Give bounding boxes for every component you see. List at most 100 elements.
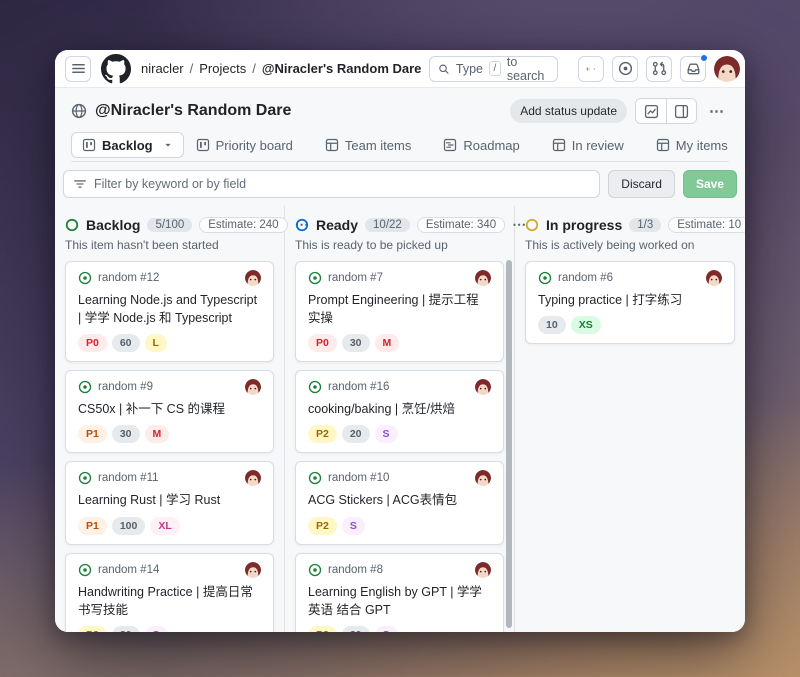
label-pill[interactable]: XL: [150, 517, 179, 535]
card-id[interactable]: random #9: [98, 381, 153, 393]
card[interactable]: random #10 ACG Stickers | ACG表情包 P2 S: [295, 461, 504, 544]
issues-button[interactable]: [612, 56, 638, 82]
card[interactable]: random #11 Learning Rust | 学习 Rust P1 10…: [65, 461, 274, 544]
card-title[interactable]: Learning Node.js and Typescript | 学学 Nod…: [78, 291, 261, 327]
label-pill[interactable]: S: [375, 425, 398, 443]
card-id[interactable]: random #12: [98, 272, 159, 284]
inbox-icon: [686, 61, 701, 76]
card-id[interactable]: random #14: [98, 564, 159, 576]
add-status-update-button[interactable]: Add status update: [510, 99, 627, 123]
label-pill[interactable]: 30: [112, 425, 140, 443]
tab-my-items[interactable]: My items: [646, 134, 738, 157]
label-pill[interactable]: P1: [78, 425, 107, 443]
tab-label: In review: [572, 138, 624, 153]
card-id[interactable]: random #6: [558, 272, 613, 284]
card-title[interactable]: cooking/baking | 烹饪/烘焙: [308, 400, 491, 418]
card-title[interactable]: Handwriting Practice | 提高日常书写技能: [78, 583, 261, 619]
insights-button[interactable]: [636, 99, 666, 123]
card-title[interactable]: ACG Stickers | ACG表情包: [308, 491, 491, 509]
label-pill[interactable]: P0: [308, 334, 337, 352]
card[interactable]: random #8 Learning English by GPT | 学学英语…: [295, 553, 504, 633]
assignee-avatar[interactable]: [475, 270, 491, 286]
label-pill[interactable]: M: [145, 425, 170, 443]
assignee-avatar[interactable]: [475, 470, 491, 486]
card[interactable]: random #7 Prompt Engineering | 提示工程实操 P0…: [295, 261, 504, 362]
new-view-button[interactable]: New view: [740, 134, 745, 157]
caret-down-icon: [592, 63, 597, 75]
label-pill[interactable]: 100: [112, 517, 146, 535]
label-pill[interactable]: 20: [342, 626, 370, 632]
user-avatar[interactable]: [714, 56, 740, 82]
breadcrumb-page[interactable]: @Niracler's Random Dare: [262, 61, 422, 76]
hamburger-menu-button[interactable]: [65, 56, 91, 82]
column-status-icon: [295, 218, 309, 232]
card-id[interactable]: random #7: [328, 272, 383, 284]
label-pill[interactable]: P2: [308, 425, 337, 443]
label-pill[interactable]: 20: [112, 626, 140, 632]
filter-input[interactable]: Filter by keyword or by field: [63, 170, 600, 198]
card-title[interactable]: Learning Rust | 学习 Rust: [78, 491, 261, 509]
assignee-avatar[interactable]: [245, 379, 261, 395]
create-new-button[interactable]: [578, 56, 604, 82]
issue-open-icon: [78, 471, 92, 485]
github-logo[interactable]: [101, 54, 131, 84]
discard-button[interactable]: Discard: [608, 170, 675, 198]
label-pill[interactable]: P2: [78, 626, 107, 632]
tab-label: Team items: [345, 138, 411, 153]
breadcrumb-user[interactable]: niracler: [141, 61, 184, 76]
page-title: @Niracler's Random Dare: [95, 102, 291, 120]
tab-options-caret[interactable]: [159, 136, 177, 154]
card[interactable]: random #12 Learning Node.js and Typescri…: [65, 261, 274, 362]
label-pill[interactable]: 20: [342, 425, 370, 443]
card-title[interactable]: Prompt Engineering | 提示工程实操: [308, 291, 491, 327]
tab-in-review[interactable]: In review: [542, 134, 634, 157]
assignee-avatar[interactable]: [245, 562, 261, 578]
card-id[interactable]: random #16: [328, 381, 389, 393]
assignee-avatar[interactable]: [245, 470, 261, 486]
issues-icon: [618, 61, 633, 76]
card-id[interactable]: random #10: [328, 472, 389, 484]
assignee-avatar[interactable]: [706, 270, 722, 286]
project-menu-button[interactable]: ⋯: [705, 102, 729, 120]
card[interactable]: random #6 Typing practice | 打字练习 10 XS: [525, 261, 735, 344]
save-button[interactable]: Save: [683, 170, 737, 198]
card-title[interactable]: Learning English by GPT | 学学英语 结合 GPT: [308, 583, 491, 619]
label-pill[interactable]: 30: [342, 334, 370, 352]
card[interactable]: random #14 Handwriting Practice | 提高日常书写…: [65, 553, 274, 633]
assignee-avatar[interactable]: [475, 562, 491, 578]
pull-requests-button[interactable]: [646, 56, 672, 82]
global-search-input[interactable]: Type / to search: [429, 56, 558, 82]
card-title[interactable]: CS50x | 补一下 CS 的课程: [78, 400, 261, 418]
tab-roadmap[interactable]: Roadmap: [433, 134, 529, 157]
breadcrumb-section[interactable]: Projects: [199, 61, 246, 76]
assignee-avatar[interactable]: [245, 270, 261, 286]
label-pill[interactable]: 10: [538, 316, 566, 334]
label-pill[interactable]: 60: [112, 334, 140, 352]
side-panel-button[interactable]: [666, 99, 696, 123]
tab-priority-board[interactable]: Priority board: [186, 134, 303, 157]
label-pill[interactable]: P2: [308, 626, 337, 632]
label-pill[interactable]: XS: [571, 316, 601, 334]
label-pill[interactable]: P1: [78, 517, 107, 535]
column-header: Backlog 5/100 Estimate: 240 ⋯: [65, 216, 274, 233]
inbox-button[interactable]: [680, 56, 706, 82]
column-description: This is ready to be picked up: [295, 238, 504, 252]
card-id[interactable]: random #11: [98, 472, 159, 484]
card-title[interactable]: Typing practice | 打字练习: [538, 291, 722, 309]
label-pill[interactable]: L: [145, 334, 167, 352]
label-pill[interactable]: P2: [308, 517, 337, 535]
card-id[interactable]: random #8: [328, 564, 383, 576]
label-pill[interactable]: P0: [78, 334, 107, 352]
column-scrollbar[interactable]: [506, 260, 512, 628]
card[interactable]: random #16 cooking/baking | 烹饪/烘焙 P2 20 …: [295, 370, 504, 453]
label-pill[interactable]: M: [375, 334, 400, 352]
label-pill[interactable]: S: [145, 626, 168, 632]
assignee-avatar[interactable]: [475, 379, 491, 395]
label-pill[interactable]: S: [342, 517, 365, 535]
card[interactable]: random #9 CS50x | 补一下 CS 的课程 P1 30 M: [65, 370, 274, 453]
avatar-image: [714, 56, 740, 82]
project-actions: Add status update ⋯: [510, 98, 729, 124]
label-pill[interactable]: S: [375, 626, 398, 632]
tab-backlog[interactable]: Backlog: [71, 132, 184, 158]
tab-team-items[interactable]: Team items: [315, 134, 421, 157]
